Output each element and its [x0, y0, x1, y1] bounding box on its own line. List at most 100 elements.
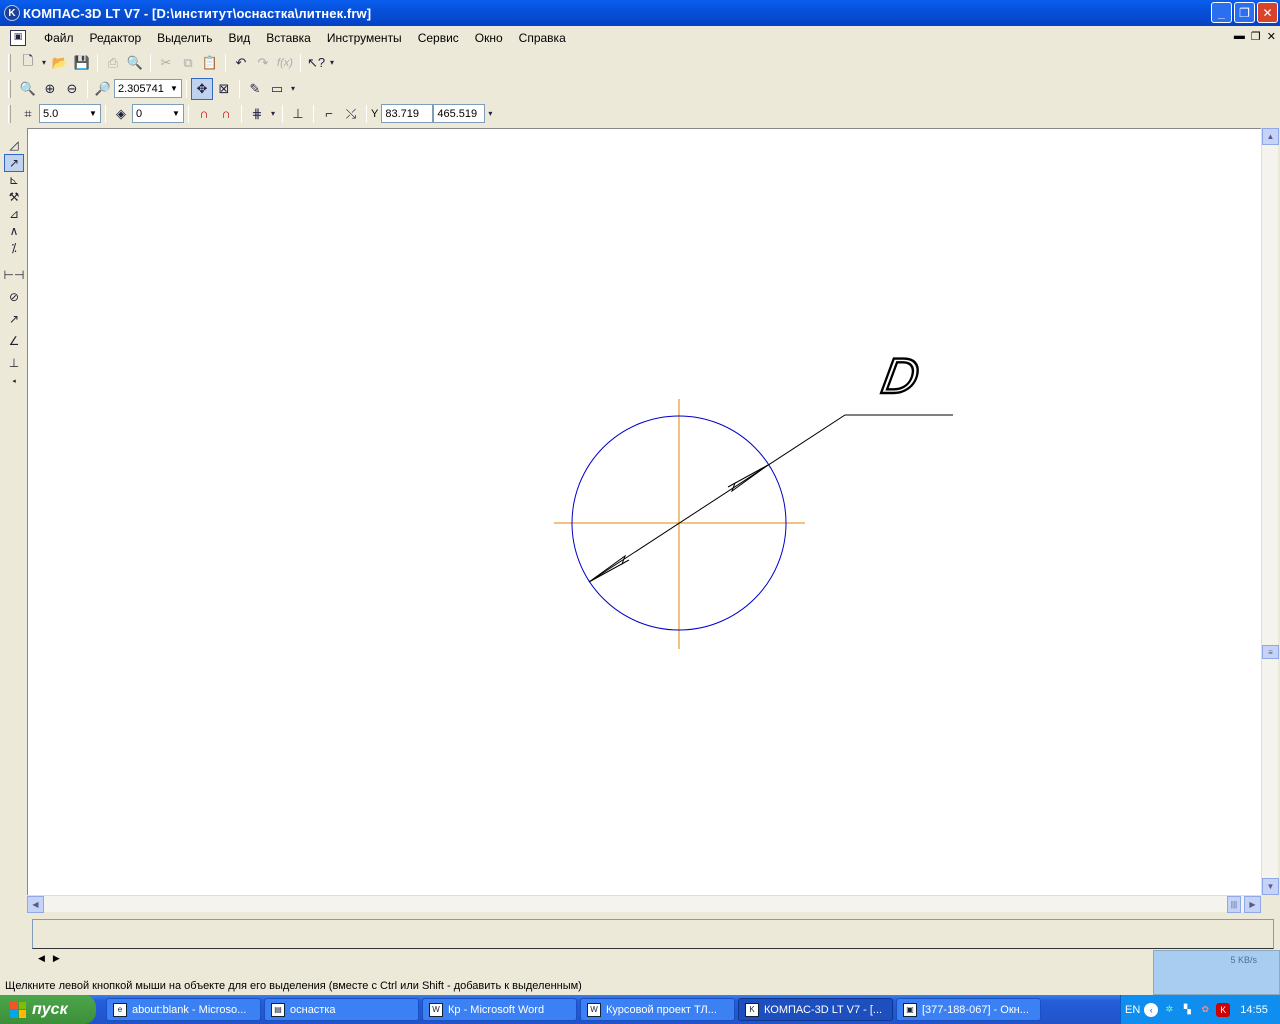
task-window[interactable]: ▣ [377-188-067] - Окн...: [896, 998, 1041, 1021]
menu-window[interactable]: Окно: [467, 31, 511, 45]
linear-dimension-icon[interactable]: ⊢⊣: [4, 266, 25, 284]
function-icon[interactable]: f(x): [274, 52, 296, 74]
new-dropdown-icon[interactable]: ▾: [39, 52, 49, 74]
auto-dimension-icon[interactable]: ⊥: [4, 354, 24, 372]
start-label: пуск: [32, 1000, 68, 1018]
coord-x-field[interactable]: 83.719: [381, 104, 434, 123]
cursor-step-icon[interactable]: ⌗: [17, 103, 39, 125]
zoom-in-icon[interactable]: ⊕: [39, 78, 61, 100]
coord-y-field[interactable]: 465.519: [433, 104, 486, 123]
step-value: 5.0: [43, 107, 59, 120]
doc-minimize-button[interactable]: ▬: [1234, 30, 1245, 43]
layer-combo[interactable]: 0 ▼: [132, 104, 184, 123]
diameter-dimension-icon[interactable]: ⊘: [4, 288, 24, 306]
menu-help[interactable]: Справка: [511, 31, 574, 45]
redo-icon[interactable]: ↷: [252, 52, 274, 74]
close-button[interactable]: ✕: [1257, 2, 1278, 23]
start-button[interactable]: пуск: [0, 995, 96, 1024]
dimensions-icon[interactable]: ↗: [4, 154, 24, 172]
scroll-thumb[interactable]: ≡: [1262, 645, 1279, 659]
task-ie[interactable]: e about:blank - Microso...: [106, 998, 261, 1021]
coord-dropdown-icon[interactable]: ▾: [485, 103, 495, 125]
menu-view[interactable]: Вид: [221, 31, 259, 45]
expand-arrow-icon[interactable]: ◂: [4, 372, 24, 390]
menu-file[interactable]: Файл: [36, 31, 82, 45]
edit-icon[interactable]: ⚒: [4, 188, 24, 206]
print-icon[interactable]: ⎙: [102, 52, 124, 74]
angular-dimension-icon[interactable]: ∠: [4, 332, 24, 350]
ortho-mode-icon[interactable]: ⌐: [318, 103, 340, 125]
zoom-scale-icon[interactable]: 🔎: [92, 78, 114, 100]
scroll-down-icon[interactable]: ▼: [1262, 878, 1279, 895]
cut-icon[interactable]: ✂: [155, 52, 177, 74]
help-dropdown-icon[interactable]: ▾: [327, 52, 337, 74]
system-tray: EN ‹ ✲ ▚ ✿ K 14:55: [1120, 995, 1280, 1024]
context-help-icon[interactable]: ↖?: [305, 52, 327, 74]
doc-close-button[interactable]: ✕: [1267, 30, 1276, 43]
parametric-icon[interactable]: ⤯: [340, 103, 362, 125]
display-options-icon[interactable]: ▭: [266, 78, 288, 100]
nav-left-icon[interactable]: ◀: [38, 953, 45, 964]
language-indicator[interactable]: EN: [1125, 1004, 1140, 1016]
scroll-right-icon[interactable]: ▶: [1244, 896, 1261, 913]
copy-icon[interactable]: ⧉: [177, 52, 199, 74]
restore-button[interactable]: ❐: [1234, 2, 1255, 23]
chevron-down-icon[interactable]: ▼: [86, 105, 100, 122]
undo-icon[interactable]: ↶: [230, 52, 252, 74]
menu-service[interactable]: Сервис: [410, 31, 467, 45]
new-file-icon[interactable]: 🗋: [17, 52, 39, 74]
local-snap-icon[interactable]: ∩: [215, 103, 237, 125]
network-tray-icon[interactable]: ✲: [1162, 1003, 1176, 1017]
task-word-kr[interactable]: W Кр - Microsoft Word: [422, 998, 577, 1021]
nav-right-icon[interactable]: ▶: [53, 953, 60, 964]
clock: 14:55: [1240, 1003, 1268, 1016]
grid-dropdown-icon[interactable]: ▾: [268, 103, 278, 125]
paste-icon[interactable]: 📋: [199, 52, 221, 74]
menu-select[interactable]: Выделить: [149, 31, 220, 45]
local-cs-icon[interactable]: ⊥: [287, 103, 309, 125]
task-kompas[interactable]: K КОМПАС-3D LT V7 - [...: [738, 998, 893, 1021]
open-folder-icon[interactable]: 📂: [49, 52, 71, 74]
doc-restore-button[interactable]: ❐: [1251, 30, 1261, 43]
select-icon[interactable]: ⁒: [4, 239, 24, 257]
menu-insert[interactable]: Вставка: [258, 31, 319, 45]
drawing-canvas[interactable]: D: [27, 128, 1261, 895]
vertical-scrollbar[interactable]: ▲ ≡ ▼: [1261, 128, 1279, 895]
refresh-icon[interactable]: ✎: [244, 78, 266, 100]
symbols-icon[interactable]: ⊾: [4, 171, 24, 189]
app-tray-icon[interactable]: ✿: [1198, 1003, 1212, 1017]
parametrization-icon[interactable]: ⊿: [4, 205, 24, 223]
menu-tools[interactable]: Инструменты: [319, 31, 410, 45]
document-icon[interactable]: ▣: [10, 30, 26, 46]
save-icon[interactable]: 💾: [71, 52, 93, 74]
antivirus-tray-icon[interactable]: K: [1216, 1002, 1231, 1017]
tray-expand-icon[interactable]: ‹: [1144, 1002, 1159, 1017]
chevron-down-icon[interactable]: ▼: [167, 80, 181, 97]
measure-icon[interactable]: ∧: [4, 222, 24, 240]
connection-tray-icon[interactable]: ▚: [1180, 1003, 1194, 1017]
geometry-icon[interactable]: ◿: [4, 136, 24, 154]
minimize-button[interactable]: _: [1211, 2, 1232, 23]
scroll-up-icon[interactable]: ▲: [1262, 128, 1279, 145]
print-preview-icon[interactable]: 🔍: [124, 52, 146, 74]
scroll-left-icon[interactable]: ◀: [27, 896, 44, 913]
ie-icon: e: [113, 1002, 127, 1017]
horizontal-scrollbar[interactable]: ◀ ||| ▶: [27, 895, 1261, 913]
zoom-out-icon[interactable]: ⊖: [61, 78, 83, 100]
layers-icon[interactable]: ◈: [110, 103, 132, 125]
task-word-project[interactable]: W Курсовой проект ТЛ...: [580, 998, 735, 1021]
zoom-window-icon[interactable]: 🔍: [17, 78, 39, 100]
chevron-down-icon[interactable]: ▼: [169, 105, 183, 122]
menu-edit[interactable]: Редактор: [82, 31, 150, 45]
radial-dimension-icon[interactable]: ↗: [4, 310, 24, 328]
step-combo[interactable]: 5.0 ▼: [39, 104, 101, 123]
display-dropdown-icon[interactable]: ▾: [288, 78, 298, 100]
pan-icon[interactable]: ✥: [191, 77, 213, 100]
task-folder[interactable]: ▤ оснастка: [264, 998, 419, 1021]
dimension-text: D: [878, 347, 924, 404]
show-all-icon[interactable]: ⊠: [213, 78, 235, 100]
hscroll-thumb[interactable]: |||: [1227, 896, 1241, 913]
snap-magnet-icon[interactable]: ∩: [193, 103, 215, 125]
grid-icon[interactable]: ⋕: [246, 103, 268, 125]
zoom-combo[interactable]: 2.305741 ▼: [114, 79, 182, 98]
